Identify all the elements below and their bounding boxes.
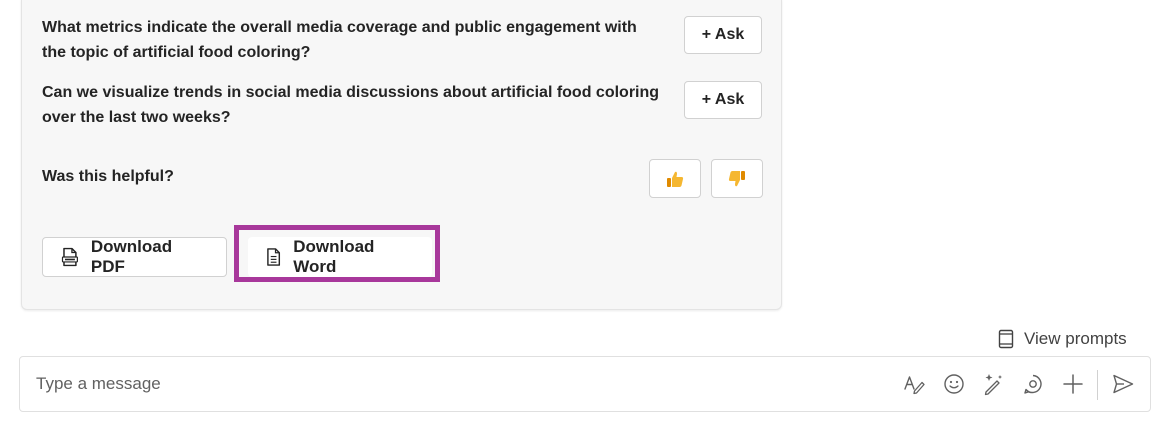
ask-button[interactable]: + Ask	[684, 81, 762, 119]
notebook-icon	[998, 329, 1014, 349]
suggested-question-text: What metrics indicate the overall media …	[42, 19, 637, 61]
copilot-icon	[984, 374, 1002, 396]
loop-icon	[1024, 374, 1042, 394]
format-icon	[904, 376, 925, 395]
toolbar-divider	[1097, 370, 1098, 400]
helpful-prompt: Was this helpful?	[42, 168, 174, 185]
copilot-button[interactable]	[982, 372, 1006, 396]
send-button[interactable]	[1111, 372, 1135, 396]
message-input[interactable]	[36, 357, 876, 411]
view-prompts-label: View prompts	[1024, 329, 1127, 348]
view-prompts-button[interactable]: View prompts	[997, 328, 1127, 350]
send-icon	[1113, 374, 1134, 394]
add-button[interactable]	[1061, 372, 1085, 396]
thumbs-up-icon	[667, 171, 684, 187]
highlight-box	[234, 225, 440, 282]
ask-button[interactable]: + Ask	[684, 16, 762, 54]
download-pdf-label: Download PDF	[90, 237, 173, 276]
thumbs-up-button[interactable]	[649, 159, 701, 198]
loop-button[interactable]	[1021, 372, 1045, 396]
message-composer	[19, 356, 1151, 412]
add-icon	[1063, 374, 1083, 394]
download-pdf-button[interactable]: Download PDF	[42, 237, 227, 277]
format-button[interactable]	[902, 372, 926, 396]
thumbs-down-button[interactable]	[711, 159, 763, 198]
suggested-question-text: Can we visualize trends in social media …	[42, 84, 660, 126]
emoji-button[interactable]	[942, 372, 966, 396]
emoji-icon	[944, 374, 964, 394]
thumbs-down-icon	[728, 170, 745, 186]
pdf-file-icon	[61, 247, 78, 267]
